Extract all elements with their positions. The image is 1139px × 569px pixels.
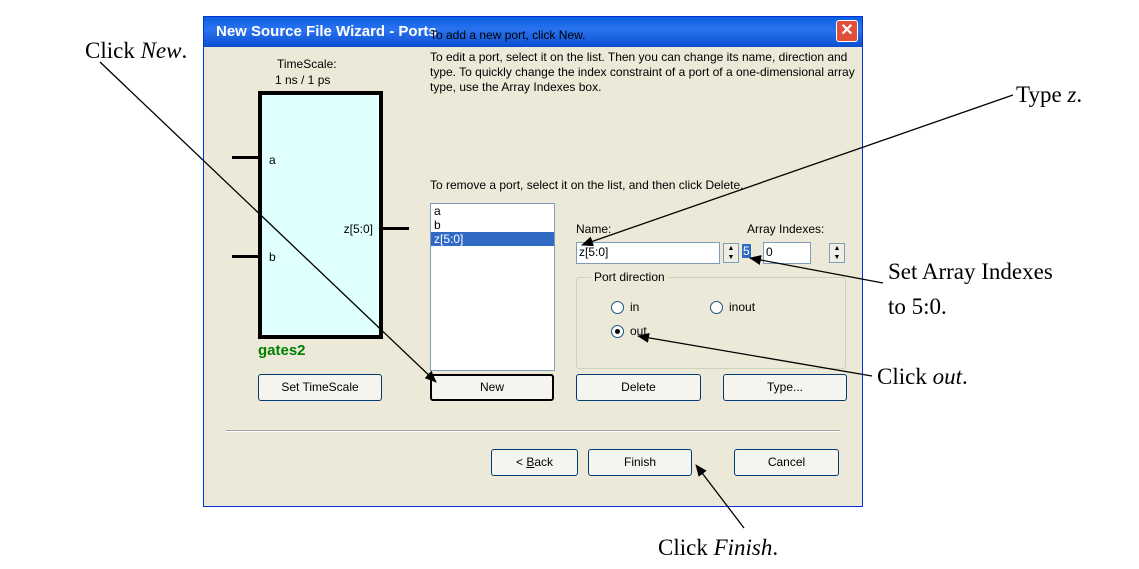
callout-arrows: [99, 61, 1014, 529]
arrow-to-array-index: [749, 255, 884, 284]
arrow-to-finish-button: [695, 464, 745, 529]
arrow-to-out-radio: [637, 332, 873, 377]
arrow-to-name-field: [581, 94, 1014, 247]
arrow-to-new-button: [99, 61, 437, 383]
